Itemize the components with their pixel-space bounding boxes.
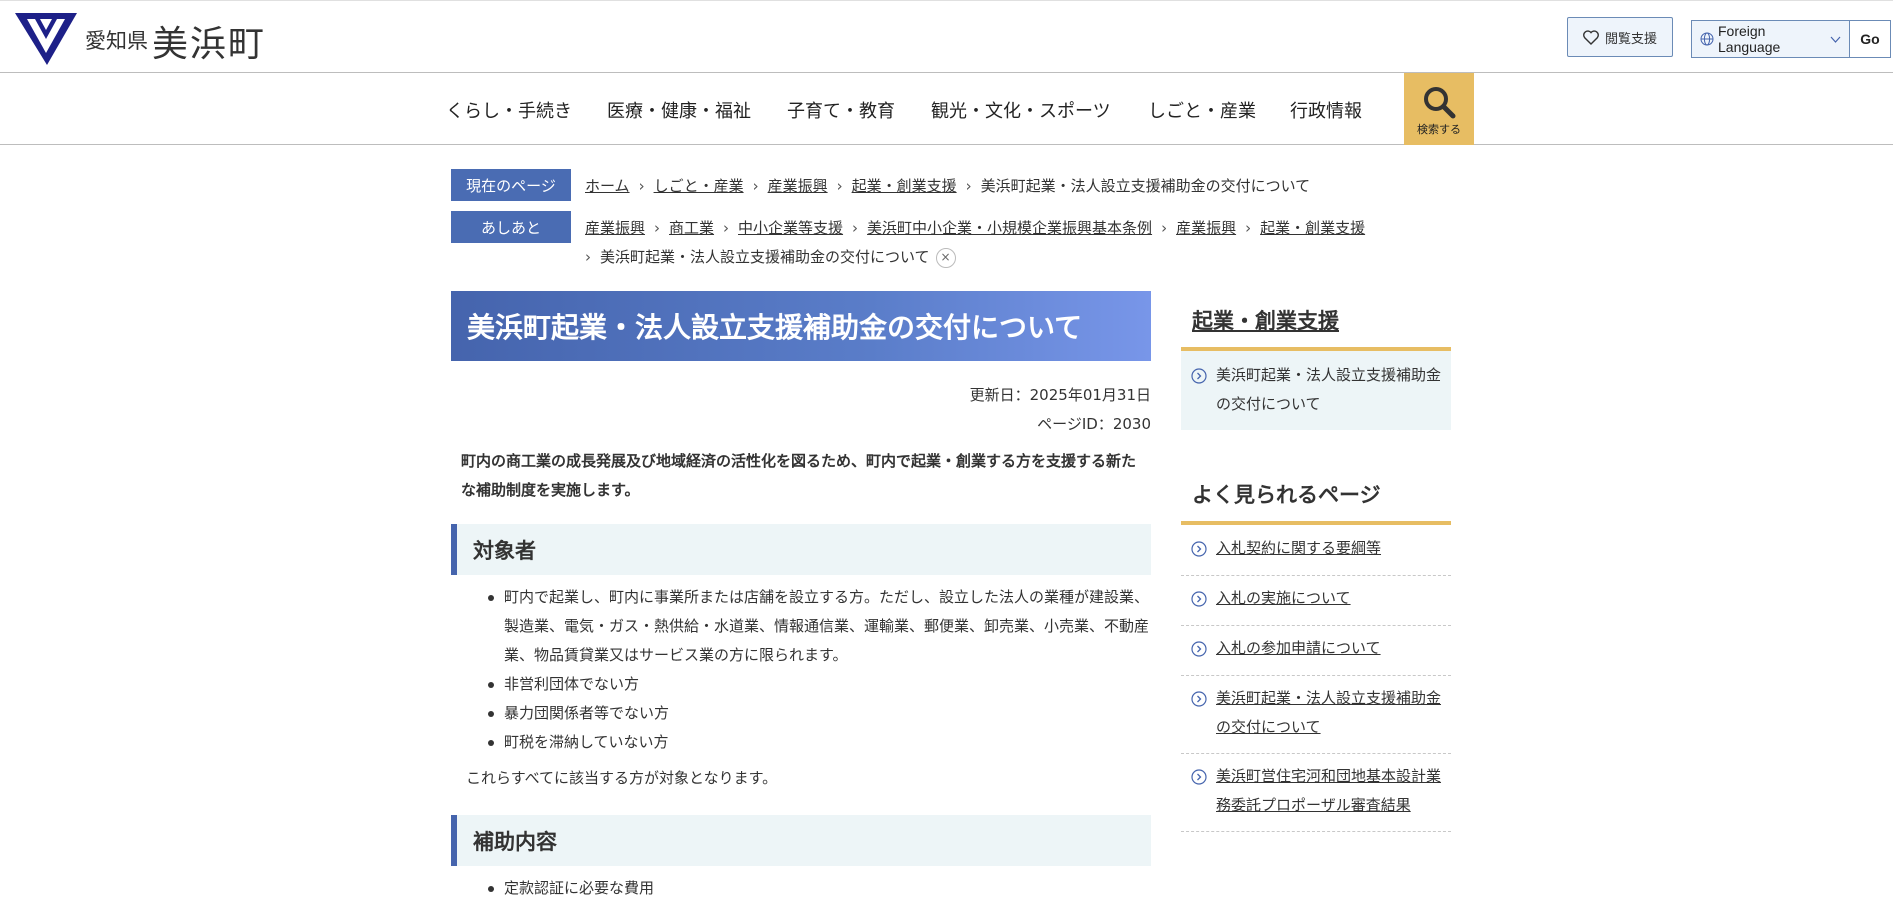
history-chevron-icon: › bbox=[723, 219, 730, 237]
breadcrumb-chevron-icon: › bbox=[752, 177, 759, 195]
logo-prefecture-text: 愛知県 bbox=[85, 29, 148, 53]
current-page-label: 現在のページ bbox=[451, 169, 571, 201]
popular-item[interactable]: 美浜町起業・法人設立支援補助金の交付について bbox=[1181, 684, 1451, 754]
language-select[interactable]: Foreign Language bbox=[1718, 23, 1830, 55]
page-id: ページID：2030 bbox=[1037, 415, 1151, 433]
circle-chevron-icon bbox=[1191, 591, 1207, 607]
breadcrumb-current-page: 美浜町起業・法人設立支援補助金の交付について bbox=[980, 177, 1311, 195]
breadcrumb-chevron-icon: › bbox=[965, 177, 972, 195]
breadcrumb-chevron-icon: › bbox=[638, 177, 645, 195]
language-selector: Foreign Language Go bbox=[1691, 20, 1891, 58]
breadcrumb-chevron-icon: › bbox=[836, 177, 843, 195]
history-trail-continued: › 美浜町起業・法人設立支援補助金の交付について × bbox=[585, 246, 956, 268]
section-heading-subsidy-content: 補助内容 bbox=[451, 815, 1151, 866]
history-link[interactable]: 商工業 bbox=[669, 219, 714, 237]
history-link[interactable]: 中小企業等支援 bbox=[738, 219, 843, 237]
sidebar-current-item: 美浜町起業・法人設立支援補助金の交付について bbox=[1181, 351, 1451, 430]
circle-chevron-icon bbox=[1191, 368, 1207, 384]
breadcrumb-link-industry-promotion[interactable]: 産業振興 bbox=[768, 177, 828, 195]
sidebar-current-label: 美浜町起業・法人設立支援補助金の交付について bbox=[1216, 366, 1442, 413]
history-current-page: 美浜町起業・法人設立支援補助金の交付について bbox=[600, 248, 930, 266]
list-item: 暴力団関係者等でない方 bbox=[480, 699, 1151, 728]
breadcrumb-link-startup-support[interactable]: 起業・創業支援 bbox=[852, 177, 957, 195]
nav-item-health-welfare[interactable]: 医療・健康・福祉 bbox=[607, 97, 751, 123]
eligibility-list: 町内で起業し、町内に事業所または店舗を設立する方。ただし、設立した法人の業種が建… bbox=[480, 583, 1151, 757]
reading-support-label: 閲覧支援 bbox=[1604, 31, 1657, 47]
eligibility-note: これらすべてに該当する方が対象となります。 bbox=[466, 769, 778, 787]
breadcrumb-link-home[interactable]: ホーム bbox=[585, 177, 630, 195]
popular-link[interactable]: 入札の実施について bbox=[1216, 589, 1351, 607]
search-icon bbox=[1424, 87, 1456, 119]
globe-icon bbox=[1700, 32, 1714, 46]
popular-item[interactable]: 入札の参加申請について bbox=[1181, 634, 1451, 676]
history-link[interactable]: 起業・創業支援 bbox=[1260, 219, 1365, 237]
breadcrumb-link-work-industry[interactable]: しごと・産業 bbox=[654, 177, 744, 195]
history-chevron-icon: › bbox=[585, 248, 591, 266]
search-button[interactable]: 検索する bbox=[1404, 73, 1474, 145]
page-title: 美浜町起業・法人設立支援補助金の交付について bbox=[451, 291, 1151, 361]
updated-date: 更新日：2025年01月31日 bbox=[969, 386, 1151, 404]
list-item: 非営利団体でない方 bbox=[480, 670, 1151, 699]
reading-support-button[interactable]: 閲覧支援 bbox=[1567, 17, 1673, 57]
breadcrumb: ホーム › しごと・産業 › 産業振興 › 起業・創業支援 › 美浜町起業・法人設立支援補助金の… bbox=[585, 175, 1310, 196]
history-trail: 産業振興 › 商工業 › 中小企業等支援 › 美浜町中小企業・小規模企業振興基本条例 › 産業振… bbox=[585, 217, 1365, 238]
sidebar-popular-rule bbox=[1181, 521, 1451, 525]
popular-link[interactable]: 入札の参加申請について bbox=[1216, 639, 1381, 657]
list-item: 町内で起業し、町内に事業所または店舗を設立する方。ただし、設立した法人の業種が建… bbox=[480, 583, 1151, 670]
heart-icon bbox=[1583, 29, 1599, 45]
list-item: 定款認証に必要な費用 bbox=[480, 874, 1151, 903]
history-chevron-icon: › bbox=[1245, 219, 1252, 237]
site-header: 愛知県 美浜町 閲覧支援 Foreign Language Go bbox=[0, 0, 1893, 73]
popular-link[interactable]: 美浜町起業・法人設立支援補助金の交付について bbox=[1216, 689, 1441, 736]
search-button-label: 検索する bbox=[1417, 123, 1461, 136]
popular-link[interactable]: 美浜町営住宅河和団地基本設計業務委託プロポーザル審査結果 bbox=[1216, 767, 1441, 814]
town-emblem-logo[interactable] bbox=[15, 13, 77, 65]
nav-item-childcare-education[interactable]: 子育て・教育 bbox=[787, 97, 895, 123]
circle-chevron-icon bbox=[1191, 641, 1207, 657]
circle-chevron-icon bbox=[1191, 541, 1207, 557]
nav-item-administration[interactable]: 行政情報 bbox=[1290, 97, 1362, 123]
circle-chevron-icon bbox=[1191, 691, 1207, 707]
global-navigation: くらし・手続き 医療・健康・福祉 子育て・教育 観光・文化・スポーツ しごと・産… bbox=[0, 73, 1893, 145]
list-item: 町税を滞納していない方 bbox=[480, 728, 1151, 757]
circle-chevron-icon bbox=[1191, 769, 1207, 785]
subsidy-content-list: 定款認証に必要な費用 bbox=[480, 874, 1151, 903]
history-link[interactable]: 産業振興 bbox=[585, 219, 645, 237]
history-link[interactable]: 美浜町中小企業・小規模企業振興基本条例 bbox=[867, 219, 1152, 237]
history-chevron-icon: › bbox=[1161, 219, 1168, 237]
sidebar-category-title[interactable]: 起業・創業支援 bbox=[1181, 305, 1451, 335]
language-go-button[interactable]: Go bbox=[1849, 21, 1890, 57]
logo-town-name[interactable]: 美浜町 bbox=[152, 15, 266, 67]
history-label: あしあと bbox=[451, 211, 571, 243]
popular-item[interactable]: 美浜町営住宅河和団地基本設計業務委託プロポーザル審査結果 bbox=[1181, 762, 1451, 832]
chevron-down-icon bbox=[1830, 36, 1841, 43]
nav-item-living[interactable]: くらし・手続き bbox=[446, 97, 572, 123]
nav-item-work-industry[interactable]: しごと・産業 bbox=[1148, 97, 1256, 123]
history-chevron-icon: › bbox=[852, 219, 859, 237]
popular-link[interactable]: 入札契約に関する要綱等 bbox=[1216, 539, 1381, 557]
section-heading-eligibility: 対象者 bbox=[451, 524, 1151, 575]
sidebar-popular-title: よく見られるページ bbox=[1192, 483, 1381, 507]
popular-item[interactable]: 入札の実施について bbox=[1181, 584, 1451, 626]
history-link[interactable]: 産業振興 bbox=[1176, 219, 1236, 237]
lead-paragraph: 町内の商工業の成長発展及び地域経済の活性化を図るため、町内で起業・創業する方を支… bbox=[461, 452, 1137, 499]
popular-item[interactable]: 入札契約に関する要綱等 bbox=[1181, 534, 1451, 576]
history-chevron-icon: › bbox=[654, 219, 661, 237]
history-remove-icon[interactable]: × bbox=[935, 247, 956, 268]
nav-item-tourism-culture-sports[interactable]: 観光・文化・スポーツ bbox=[931, 97, 1111, 123]
